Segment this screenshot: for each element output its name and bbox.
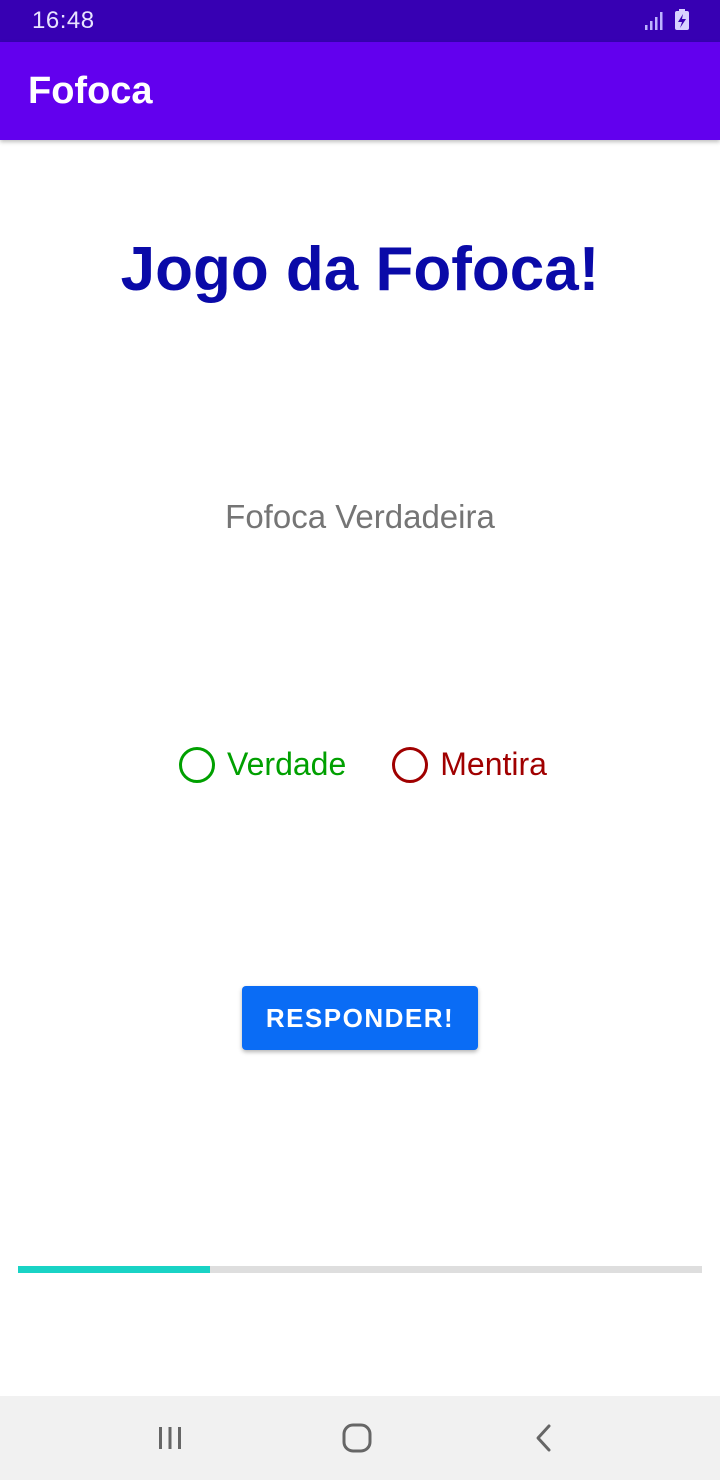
answer-radio-group: Verdade Mentira (0, 746, 720, 783)
game-title: Jogo da Fofoca! (120, 235, 600, 304)
progress-bar-fill (18, 1266, 210, 1273)
radio-option-false[interactable]: Mentira (392, 746, 547, 783)
home-button[interactable] (327, 1414, 387, 1462)
home-icon (342, 1423, 372, 1453)
back-button[interactable] (514, 1414, 574, 1462)
radio-option-label: Mentira (440, 746, 547, 782)
status-icons (644, 9, 690, 31)
status-time: 16:48 (32, 7, 95, 34)
battery-charging-icon (675, 9, 689, 30)
progress-bar (18, 1266, 702, 1273)
gossip-statement: Fofoca Verdadeira (225, 498, 495, 535)
answer-button[interactable]: RESPONDER! (242, 986, 478, 1050)
radio-option-true[interactable]: Verdade (179, 746, 346, 783)
app-bar: Fofoca (0, 42, 720, 140)
status-bar: 16:48 (0, 0, 720, 42)
recent-apps-icon (159, 1427, 181, 1449)
radio-circle-icon[interactable] (392, 746, 429, 783)
back-icon (536, 1424, 551, 1452)
signal-icon (645, 12, 663, 30)
recent-apps-button[interactable] (140, 1414, 200, 1462)
app-title: Fofoca (28, 70, 153, 112)
radio-circle-icon[interactable] (179, 746, 216, 783)
radio-option-label: Verdade (227, 746, 347, 782)
navigation-bar (0, 1396, 720, 1480)
